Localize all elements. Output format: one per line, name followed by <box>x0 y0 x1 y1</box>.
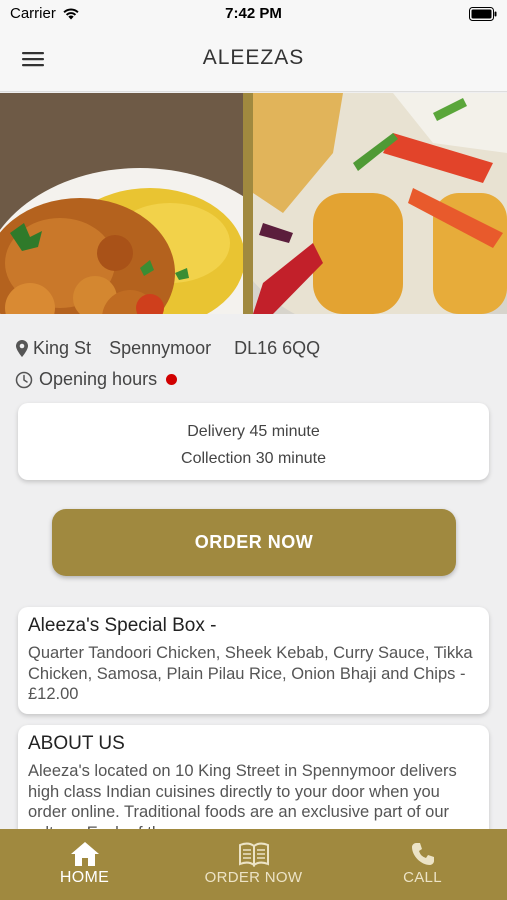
chicken-salad-image <box>253 93 507 314</box>
status-bar: Carrier 7:42 PM <box>0 0 507 30</box>
about-us-title: ABOUT US <box>28 733 125 754</box>
tab-home-label: HOME <box>59 869 110 886</box>
special-offer-description: Quarter Tandoori Chicken, Sheek Kebab, C… <box>28 644 473 703</box>
tab-order-now[interactable]: ORDER NOW <box>169 829 338 900</box>
tab-call-label: CALL <box>403 869 442 886</box>
hero-banner <box>0 93 507 314</box>
bottom-tab-bar: HOME ORDER NOW CALL <box>0 829 507 900</box>
closed-status-indicator <box>166 374 178 385</box>
special-offer-title: Aleeza's Special Box - <box>28 615 217 636</box>
page-title: ALEEZAS <box>202 46 305 69</box>
address-street: King St <box>33 338 92 358</box>
service-times-card: Delivery 45 minute Collection 30 minute <box>18 403 489 480</box>
tab-order-now-label: ORDER NOW <box>204 869 303 886</box>
phone-icon <box>411 843 434 865</box>
tab-home[interactable]: HOME <box>0 829 169 900</box>
opening-hours-row[interactable]: Opening hours <box>15 369 178 390</box>
menu-book-icon <box>238 842 269 867</box>
location-pin-icon <box>16 339 28 357</box>
restaurant-address: King St Spennymoor DL16 6QQ <box>15 338 320 359</box>
address-town: Spennymoor <box>109 338 212 358</box>
navigation-bar: ALEEZAS <box>0 30 507 92</box>
special-offer-card[interactable]: Aleeza's Special Box - Quarter Tandoori … <box>18 607 489 714</box>
battery-icon <box>469 7 497 21</box>
clock-icon <box>15 371 33 388</box>
curry-dish-image <box>0 93 243 314</box>
order-now-button[interactable]: ORDER NOW <box>52 509 456 576</box>
opening-hours-label: Opening hours <box>39 369 158 389</box>
clock: 7:42 PM <box>225 5 282 22</box>
delivery-time: Delivery 45 minute <box>187 423 320 440</box>
tab-call[interactable]: CALL <box>338 829 507 900</box>
home-icon <box>70 842 99 866</box>
address-postcode: DL16 6QQ <box>234 338 321 358</box>
collection-time: Collection 30 minute <box>181 450 326 467</box>
